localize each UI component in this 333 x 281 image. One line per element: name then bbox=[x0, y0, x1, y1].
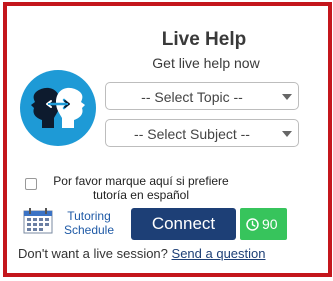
wait-time-badge: 90 bbox=[240, 208, 287, 240]
footer: Don't want a live session? Send a questi… bbox=[18, 246, 266, 261]
send-question-link[interactable]: Send a question bbox=[172, 246, 266, 261]
clock-icon bbox=[246, 218, 259, 231]
spanish-preference-label[interactable]: Por favor marque aquí si prefiere tutorí… bbox=[41, 174, 241, 202]
spanish-preference-checkbox[interactable] bbox=[25, 178, 37, 190]
calendar-icon[interactable] bbox=[23, 208, 53, 234]
tutoring-schedule-link[interactable]: Tutoring Schedule bbox=[60, 209, 118, 237]
footer-text: Don't want a live session? bbox=[18, 246, 168, 261]
subject-select[interactable]: -- Select Subject -- bbox=[105, 119, 299, 147]
connect-button[interactable]: Connect bbox=[131, 208, 236, 240]
wait-time-value: 90 bbox=[262, 216, 278, 232]
subject-select-value: -- Select Subject -- bbox=[134, 126, 250, 142]
chevron-down-icon bbox=[282, 94, 292, 100]
chevron-down-icon bbox=[282, 131, 292, 137]
people-exchange-icon bbox=[20, 70, 96, 146]
topic-select-value: -- Select Topic -- bbox=[141, 89, 243, 105]
topic-select[interactable]: -- Select Topic -- bbox=[105, 82, 299, 110]
widget-title: Live Help bbox=[161, 29, 247, 50]
widget-subtitle: Get live help now bbox=[152, 55, 260, 71]
